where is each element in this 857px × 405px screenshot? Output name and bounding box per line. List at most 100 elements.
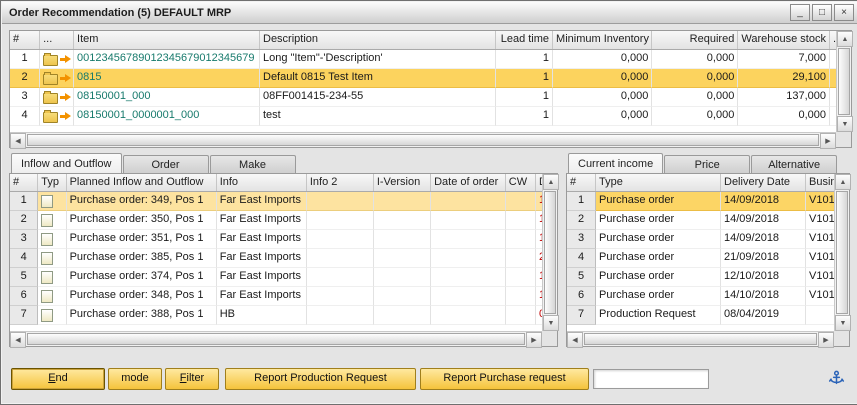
planned-inflow-cell[interactable]: Purchase order: 348, Pos 1: [67, 287, 217, 306]
vscroll-track[interactable]: [835, 190, 849, 315]
row-number[interactable]: 2: [10, 211, 38, 230]
scroll-right-icon[interactable]: ▶: [526, 332, 542, 348]
scroll-left-icon[interactable]: ◀: [10, 133, 26, 149]
title-bar[interactable]: Order Recommendation (5) DEFAULT MRP _ □…: [2, 2, 857, 24]
items-table-vscrollbar[interactable]: ▲ ▼: [836, 31, 851, 132]
delivery-date-cell[interactable]: 14/09/2018: [721, 211, 806, 230]
report-purchase-request-button[interactable]: Report Purchase request: [420, 368, 589, 390]
item-description[interactable]: test: [260, 107, 496, 126]
link-arrow-icon[interactable]: [60, 112, 71, 121]
inflow-vscrollbar[interactable]: ▲ ▼: [542, 174, 557, 331]
inflow-hscrollbar[interactable]: ◀ ▶: [10, 331, 542, 346]
type-cell[interactable]: Purchase order: [596, 268, 721, 287]
tab-alternative[interactable]: Alternative: [751, 155, 837, 173]
hscroll-thumb[interactable]: [27, 134, 819, 146]
date-of-order-cell[interactable]: [431, 287, 506, 306]
info-cell[interactable]: Far East Imports: [217, 230, 307, 249]
item-row[interactable]: 4 08150001_0000001_000 test 1 0,000 0,00…: [10, 107, 836, 126]
maximize-button[interactable]: □: [812, 4, 832, 21]
item-description[interactable]: 08FF001415-234-55: [260, 88, 496, 107]
delivery-date-cell[interactable]: 14/09/2018: [721, 192, 806, 211]
date-of-order-cell[interactable]: [431, 268, 506, 287]
inflow-row-selected[interactable]: 1 Purchase order: 349, Pos 1 Far East Im…: [10, 192, 542, 211]
info-cell[interactable]: Far East Imports: [217, 192, 307, 211]
item-row[interactable]: 3 08150001_000 08FF001415-234-55 1 0,000…: [10, 88, 836, 107]
info-cell[interactable]: Far East Imports: [217, 287, 307, 306]
row-number[interactable]: 4: [10, 107, 40, 126]
info2-cell[interactable]: [307, 287, 374, 306]
info-cell[interactable]: Far East Imports: [217, 211, 307, 230]
required-cell[interactable]: 0,000: [652, 50, 738, 69]
inflow-row[interactable]: 6 Purchase order: 348, Pos 1 Far East Im…: [10, 287, 542, 306]
link-arrow-icon[interactable]: [60, 93, 71, 102]
row-number[interactable]: 4: [567, 249, 596, 268]
hscroll-track[interactable]: [26, 332, 526, 346]
item-description[interactable]: Default 0815 Test Item: [260, 69, 496, 88]
vscroll-thumb[interactable]: [836, 191, 848, 314]
iversion-cell[interactable]: [374, 249, 431, 268]
inflow-row[interactable]: 5 Purchase order: 374, Pos 1 Far East Im…: [10, 268, 542, 287]
business-partner-cell[interactable]: V1010: [806, 249, 834, 268]
lead-time-cell[interactable]: 1: [496, 50, 553, 69]
planned-inflow-cell[interactable]: Purchase order: 351, Pos 1: [67, 230, 217, 249]
row-number[interactable]: 7: [567, 306, 596, 325]
row-number[interactable]: 3: [10, 88, 40, 107]
type-cell[interactable]: Purchase order: [596, 230, 721, 249]
warehouse-stock-cell[interactable]: 0,000: [738, 107, 830, 126]
cw-cell[interactable]: [506, 268, 536, 287]
tab-order[interactable]: Order: [123, 155, 209, 173]
scroll-left-icon[interactable]: ◀: [10, 332, 26, 348]
required-cell[interactable]: 0,000: [652, 88, 738, 107]
row-number[interactable]: 7: [10, 306, 38, 325]
row-number[interactable]: 3: [567, 230, 596, 249]
row-number[interactable]: 1: [10, 50, 40, 69]
inflow-row[interactable]: 4 Purchase order: 385, Pos 1 Far East Im…: [10, 249, 542, 268]
min-inventory-cell[interactable]: 0,000: [553, 50, 652, 69]
warehouse-stock-cell[interactable]: 137,000: [738, 88, 830, 107]
info2-cell[interactable]: [307, 230, 374, 249]
row-number[interactable]: 6: [567, 287, 596, 306]
date-of-order-cell[interactable]: [431, 249, 506, 268]
income-row[interactable]: 2 Purchase order 14/09/2018 V1010: [567, 211, 834, 230]
minimize-button[interactable]: _: [790, 4, 810, 21]
income-vscrollbar[interactable]: ▲ ▼: [834, 174, 849, 331]
business-partner-cell[interactable]: V1010: [806, 268, 834, 287]
cw-cell[interactable]: [506, 287, 536, 306]
iversion-cell[interactable]: [374, 268, 431, 287]
income-row[interactable]: 5 Purchase order 12/10/2018 V1010: [567, 268, 834, 287]
planned-inflow-cell[interactable]: Purchase order: 385, Pos 1: [67, 249, 217, 268]
scroll-left-icon[interactable]: ◀: [567, 332, 583, 348]
iversion-cell[interactable]: [374, 230, 431, 249]
info2-cell[interactable]: [307, 268, 374, 287]
cw-cell[interactable]: [506, 306, 536, 325]
type-cell[interactable]: Purchase order: [596, 287, 721, 306]
income-row[interactable]: 7 Production Request 08/04/2019: [567, 306, 834, 325]
tab-make[interactable]: Make: [210, 155, 296, 173]
items-table-hscrollbar[interactable]: ◀ ▶: [10, 132, 836, 147]
income-row[interactable]: 6 Purchase order 14/10/2018 V1010: [567, 287, 834, 306]
type-cell[interactable]: Purchase order: [596, 192, 721, 211]
business-partner-cell[interactable]: V1010: [806, 230, 834, 249]
row-number[interactable]: 3: [10, 230, 38, 249]
lead-time-cell[interactable]: 1: [496, 107, 553, 126]
inflow-row[interactable]: 3 Purchase order: 351, Pos 1 Far East Im…: [10, 230, 542, 249]
cw-cell[interactable]: [506, 211, 536, 230]
lead-time-cell[interactable]: 1: [496, 88, 553, 107]
scroll-right-icon[interactable]: ▶: [820, 133, 836, 149]
iversion-cell[interactable]: [374, 211, 431, 230]
min-inventory-cell[interactable]: 0,000: [553, 88, 652, 107]
row-number[interactable]: 1: [10, 192, 38, 211]
delivery-date-cell[interactable]: 14/09/2018: [721, 230, 806, 249]
row-number[interactable]: 1: [567, 192, 596, 211]
planned-inflow-cell[interactable]: Purchase order: 388, Pos 1: [67, 306, 217, 325]
scroll-up-icon[interactable]: ▲: [837, 31, 853, 47]
tab-current-income[interactable]: Current income: [568, 153, 663, 173]
inflow-row[interactable]: 7 Purchase order: 388, Pos 1 HB 08/04/2: [10, 306, 542, 325]
hscroll-track[interactable]: [26, 133, 820, 147]
info2-cell[interactable]: [307, 211, 374, 230]
type-cell[interactable]: Production Request: [596, 306, 721, 325]
scroll-up-icon[interactable]: ▲: [835, 174, 851, 190]
income-row-selected[interactable]: 1 Purchase order 14/09/2018 V1010: [567, 192, 834, 211]
info2-cell[interactable]: [307, 192, 374, 211]
inflow-row[interactable]: 2 Purchase order: 350, Pos 1 Far East Im…: [10, 211, 542, 230]
